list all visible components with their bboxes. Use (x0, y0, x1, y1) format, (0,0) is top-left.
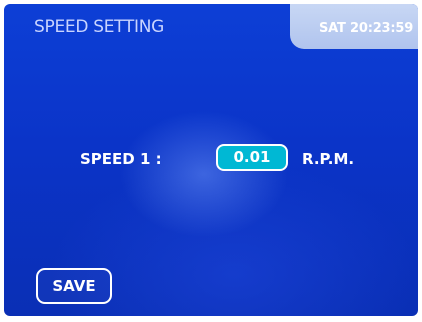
speed-1-label: SPEED 1 : (80, 150, 162, 168)
hmi-screen: SPEED SETTING SAT 20:23:59 SPEED 1 : 0.0… (4, 4, 418, 316)
device-frame: SPEED SETTING SAT 20:23:59 SPEED 1 : 0.0… (0, 0, 422, 322)
speed-1-input[interactable]: 0.01 (216, 144, 288, 171)
clock-text: SAT 20:23:59 (319, 21, 414, 36)
save-button[interactable]: SAVE (36, 268, 112, 304)
speed-unit-label: R.P.M. (302, 150, 355, 168)
page-title: SPEED SETTING (34, 17, 165, 37)
clock-tab: SAT 20:23:59 (290, 4, 418, 49)
